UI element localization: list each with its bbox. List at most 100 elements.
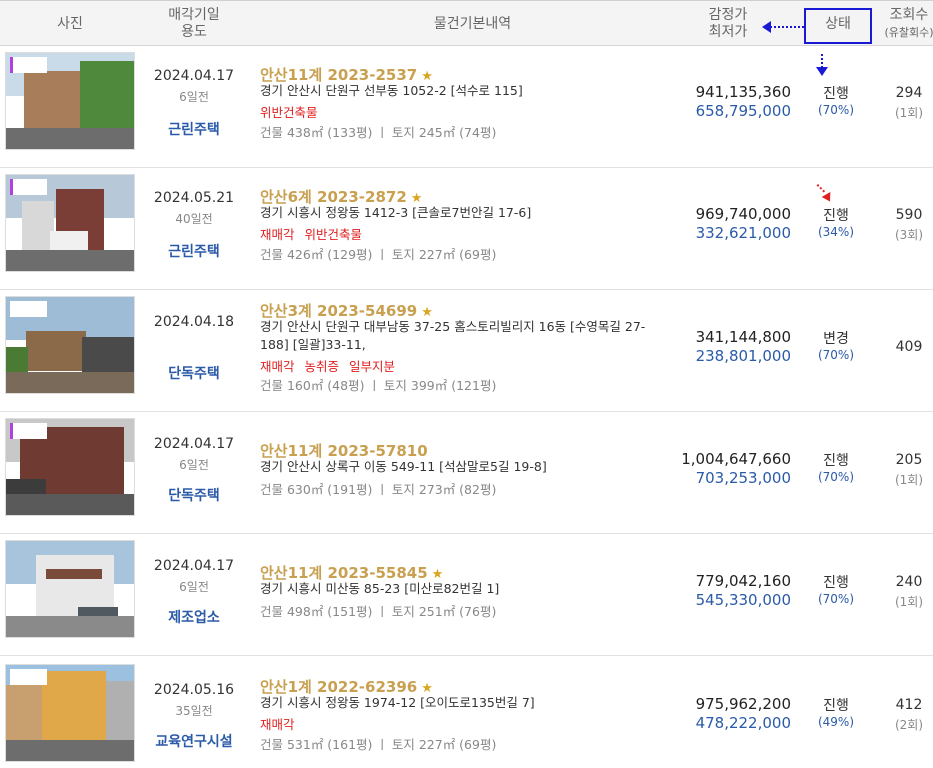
flag-label: 재매각 xyxy=(260,717,295,732)
property-photo[interactable] xyxy=(5,296,135,394)
annotation-arrow-left xyxy=(770,26,804,28)
fail-count: (1회) xyxy=(894,473,924,487)
property-address: 경기 안산시 단원구 대부남동 37-25 홈스토리빌리지 16동 [수영목길 … xyxy=(260,319,646,352)
view-count: 409 xyxy=(895,339,923,355)
header-photo: 사진 xyxy=(0,1,140,47)
table-row[interactable]: 2024.04.17 6일전 근린주택 안산11계 2023-2537 ★ 경기 … xyxy=(0,46,933,168)
property-area: 건물 630㎡ (191평) ㅣ 토지 273㎡ (82평) xyxy=(260,482,497,497)
price-percent: (34%) xyxy=(817,225,855,239)
price-percent: (70%) xyxy=(817,103,855,117)
appraisal-price: 341,144,800 xyxy=(695,328,791,346)
fail-count: (1회) xyxy=(894,106,924,120)
property-flags: 위반건축물 xyxy=(260,102,328,121)
flag-label: 위반건축물 xyxy=(304,227,363,242)
usage-type: 근린주택 xyxy=(168,244,220,260)
table-row[interactable]: 2024.04.17 6일전 단독주택 안산11계 2023-57810 경기 … xyxy=(0,412,933,534)
price-percent: (49%) xyxy=(817,715,855,729)
days-remaining: 40일전 xyxy=(175,212,213,226)
property-area: 건물 531㎡ (161평) ㅣ 토지 227㎡ (69평) xyxy=(260,737,497,752)
days-remaining: 6일전 xyxy=(179,458,209,472)
table-header: 사진 매각기일 용도 물건기본내역 감정가 최저가 상태 조회수 (유찰회수) xyxy=(0,0,933,46)
header-views[interactable]: 조회수 (유찰회수) xyxy=(878,1,933,47)
fail-count: (2회) xyxy=(894,718,924,732)
table-row[interactable]: 2024.04.17 6일전 제조업소 안산11계 2023-55845 ★ 경기… xyxy=(0,534,933,656)
header-basic-info-label: 물건기본내역 xyxy=(433,15,512,32)
property-flags: 재매각 농취증 일부지분 xyxy=(260,356,405,375)
view-count: 294 xyxy=(895,85,923,101)
header-price[interactable]: 감정가 최저가 xyxy=(690,1,766,47)
sale-date: 2024.04.18 xyxy=(153,314,235,330)
property-area: 건물 160㎡ (48평) ㅣ 토지 399㎡ (121평) xyxy=(260,378,497,393)
days-remaining: 6일전 xyxy=(179,580,209,594)
auction-status: 진행 xyxy=(823,453,849,469)
flag-label: 일부지분 xyxy=(349,359,396,374)
property-photo[interactable] xyxy=(5,52,135,150)
usage-type: 근린주택 xyxy=(168,122,220,138)
sale-date: 2024.04.17 xyxy=(153,558,235,574)
sale-date: 2024.05.21 xyxy=(153,190,235,206)
minimum-price: 658,795,000 xyxy=(695,102,791,120)
property-photo[interactable] xyxy=(5,540,135,638)
usage-type: 단독주택 xyxy=(168,488,220,504)
usage-type: 단독주택 xyxy=(168,366,220,382)
appraisal-price: 941,135,360 xyxy=(695,83,791,101)
appraisal-price: 1,004,647,660 xyxy=(681,450,791,468)
appraisal-price: 975,962,200 xyxy=(695,695,791,713)
table-row[interactable]: 2024.04.18 단독주택 안산3계 2023-54699 ★ 경기 안산시 … xyxy=(0,290,933,412)
auction-status: 진행 xyxy=(823,698,849,714)
price-percent: (70%) xyxy=(817,348,855,362)
annotation-arrow-left-head xyxy=(762,21,771,33)
flag-label: 재매각 xyxy=(260,359,295,374)
view-count: 205 xyxy=(895,452,923,468)
usage-type: 제조업소 xyxy=(168,610,220,626)
view-count: 240 xyxy=(895,574,923,590)
minimum-price: 478,222,000 xyxy=(695,714,791,732)
price-percent: (70%) xyxy=(817,470,855,484)
property-address: 경기 안산시 단원구 선부동 1052-2 [석수로 115] xyxy=(260,83,523,98)
flag-label: 재매각 xyxy=(260,227,295,242)
days-remaining: 6일전 xyxy=(179,90,209,104)
minimum-price: 703,253,000 xyxy=(695,469,791,487)
minimum-price: 238,801,000 xyxy=(695,347,791,365)
appraisal-price: 779,042,160 xyxy=(695,572,791,590)
flag-label: 농취증 xyxy=(304,359,340,374)
header-sale-date-label: 매각기일 xyxy=(168,7,220,23)
property-address: 경기 시흥시 정왕동 1412-3 [큰솔로7번안길 17-6] xyxy=(260,205,532,220)
property-area: 건물 426㎡ (129평) ㅣ 토지 227㎡ (69평) xyxy=(260,247,497,262)
sale-date: 2024.04.17 xyxy=(153,436,235,452)
header-sale-date[interactable]: 매각기일 용도 xyxy=(140,1,248,47)
table-row[interactable]: 2024.05.21 40일전 근린주택 안산6계 2023-2872 ★ 경기 … xyxy=(0,168,933,290)
header-minimum-label: 최저가 xyxy=(708,24,748,40)
table-row[interactable]: 2024.05.16 35일전 교육연구시설 안산1계 2022-62396 ★ … xyxy=(0,656,933,768)
price-percent: (70%) xyxy=(817,592,855,606)
property-address: 경기 시흥시 미산동 85-23 [미산로82번길 1] xyxy=(260,581,500,596)
header-views-label: 조회수 xyxy=(889,7,929,23)
auction-status: 진행 xyxy=(823,86,849,102)
view-count: 590 xyxy=(895,207,923,223)
sale-date: 2024.05.16 xyxy=(153,682,235,698)
property-area: 건물 438㎡ (133평) ㅣ 토지 245㎡ (74평) xyxy=(260,125,497,140)
property-flags: 재매각 위반건축물 xyxy=(260,224,372,243)
fail-count: (1회) xyxy=(894,595,924,609)
property-photo[interactable] xyxy=(5,174,135,272)
auction-status: 변경 xyxy=(823,331,849,347)
auction-status: 진행 xyxy=(823,208,849,224)
status-highlight-box xyxy=(804,8,872,44)
auction-status: 진행 xyxy=(823,575,849,591)
flag-label: 위반건축물 xyxy=(260,105,318,120)
header-photo-label: 사진 xyxy=(57,15,83,32)
fail-count: (3회) xyxy=(894,228,924,242)
minimum-price: 545,330,000 xyxy=(695,591,791,609)
property-address: 경기 시흥시 정왕동 1974-12 [오이도로135번길 7] xyxy=(260,695,535,710)
property-flags: 재매각 xyxy=(260,714,305,733)
header-appraisal-label: 감정가 xyxy=(708,7,748,23)
property-photo[interactable] xyxy=(5,418,135,516)
property-photo[interactable] xyxy=(5,664,135,762)
header-fails-label: (유찰회수) xyxy=(884,26,933,39)
property-area: 건물 498㎡ (151평) ㅣ 토지 251㎡ (76평) xyxy=(260,604,497,619)
view-count: 412 xyxy=(895,697,923,713)
usage-type: 교육연구시설 xyxy=(155,734,233,750)
minimum-price: 332,621,000 xyxy=(695,224,791,242)
header-basic-info: 물건기본내역 xyxy=(255,1,690,47)
appraisal-price: 969,740,000 xyxy=(695,205,791,223)
